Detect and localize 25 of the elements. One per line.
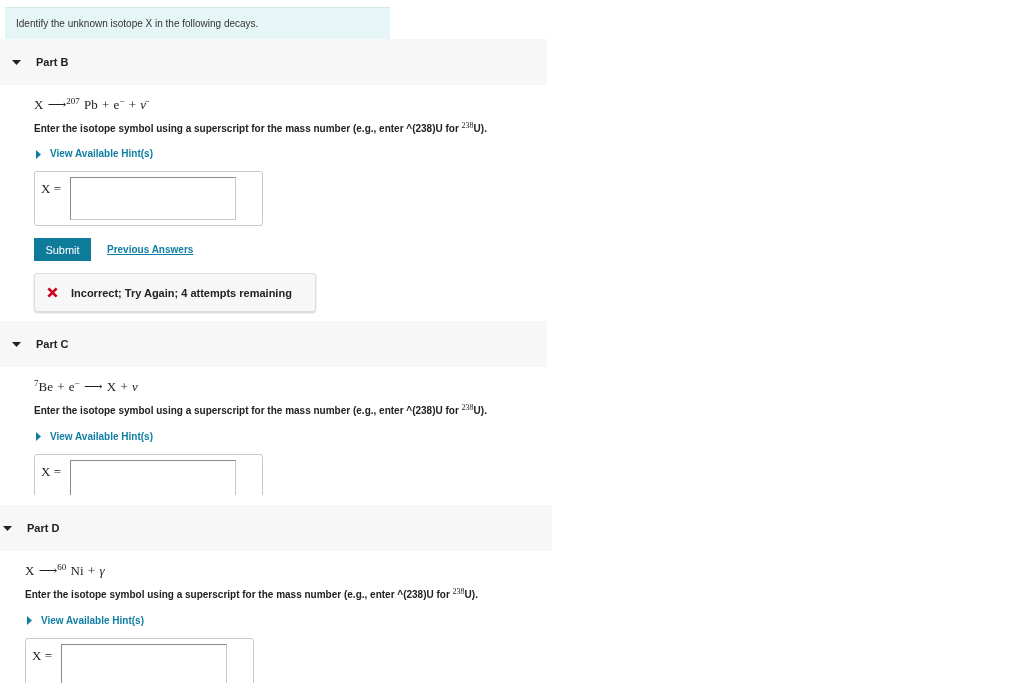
answer-input[interactable] (61, 643, 227, 683)
feedback-text: Incorrect; Try Again; 4 attempts remaining (71, 286, 292, 299)
decay-equation: $^{7}$Be + e$^{−}$ ⟶ X + ν (34, 377, 138, 392)
decay-equation: X ⟶$^{60}$ Ni + γ (25, 561, 105, 576)
part-title: Part C (36, 338, 69, 351)
answer-label: X = (32, 646, 53, 665)
answer-input[interactable] (70, 177, 236, 221)
part-header[interactable]: Part D (0, 505, 552, 552)
instruction-text: Enter the isotope symbol using a superscript for the mass number (e.g., enter ^(238)U for $^{238}$U). (25, 586, 478, 603)
intro-banner: Identify the unknown isotope X in the following decays. (5, 7, 390, 39)
part-header[interactable]: Part B (0, 39, 547, 85)
decay-equation: X ⟶$^{207}$ Pb + e$^{−}$ + ν̄ (34, 95, 147, 109)
hint-link[interactable]: View Available Hint(s) (25, 612, 144, 629)
hint-link[interactable]: View Available Hint(s) (34, 146, 153, 163)
part-header[interactable]: Part C (0, 321, 547, 368)
previous-answers-link[interactable]: Previous Answers (107, 244, 194, 256)
answer-input[interactable] (70, 459, 236, 496)
part-title: Part B (36, 56, 69, 68)
hint-link[interactable]: View Available Hint(s) (34, 428, 153, 445)
answer-label: X = (41, 180, 62, 199)
instruction-text: Enter the isotope symbol using a superscript for the mass number (e.g., enter ^(238)U for $^{238}$U). (34, 402, 487, 419)
answer-label: X = (41, 462, 62, 481)
part-title: Part D (27, 522, 60, 535)
submit-button[interactable]: Submit (34, 238, 91, 262)
instruction-text: Enter the isotope symbol using a superscript for the mass number (e.g., enter ^(238)U for $^{238}$U). (34, 120, 487, 137)
